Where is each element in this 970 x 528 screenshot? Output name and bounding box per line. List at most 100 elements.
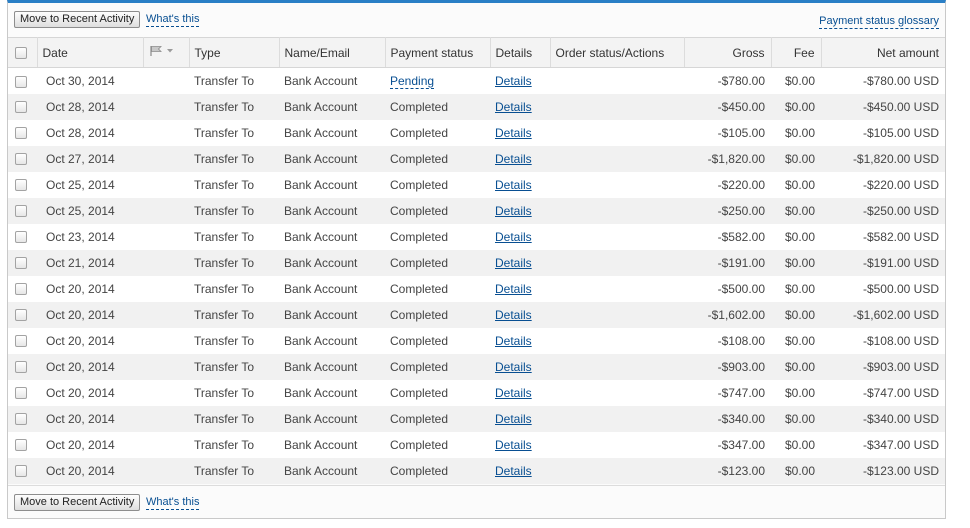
row-details-link[interactable]: Details [495,308,532,322]
move-to-recent-activity-button[interactable]: Move to Recent Activity [14,11,141,28]
row-details-link[interactable]: Details [495,256,532,270]
column-payment-status[interactable]: Payment status [385,37,491,68]
row-details-link[interactable]: Details [495,438,532,452]
row-fee: $0.00 [771,119,821,146]
row-details-link[interactable]: Details [495,100,532,114]
row-net-amount: -$747.00 USD [821,379,945,406]
bottom-toolbar: Move to Recent Activity What's this [8,485,945,519]
row-flag [143,379,189,406]
row-net-amount: -$340.00 USD [821,405,945,432]
table-header-row: Date Type Name/Email Payment status Deta… [8,37,945,68]
column-type[interactable]: Type [189,37,280,68]
row-fee: $0.00 [771,275,821,302]
row-checkbox[interactable] [15,283,27,296]
row-checkbox[interactable] [15,465,27,478]
row-flag [143,67,189,94]
row-details-link[interactable]: Details [495,360,532,374]
row-flag [143,431,189,458]
row-gross: -$220.00 [684,171,771,198]
row-details-link[interactable]: Details [495,282,532,296]
row-payment-status-cell: Completed [385,405,490,432]
row-details-link[interactable]: Details [495,74,532,88]
column-gross[interactable]: Gross [684,37,772,68]
row-name: Bank Account [279,379,385,406]
column-flag[interactable] [143,37,190,68]
column-fee[interactable]: Fee [771,37,822,68]
row-fee: $0.00 [771,223,821,250]
row-checkbox[interactable] [15,231,27,244]
row-details-link[interactable]: Details [495,230,532,244]
whats-this-link-bottom[interactable]: What's this [146,496,200,510]
row-payment-status-cell: Completed [385,223,490,250]
row-checkbox[interactable] [15,257,27,270]
row-checkbox[interactable] [15,309,27,322]
row-name: Bank Account [279,301,385,328]
row-name: Bank Account [279,353,385,380]
select-all-checkbox[interactable] [15,47,27,60]
row-date: Oct 25, 2014 [37,197,143,224]
row-checkbox[interactable] [15,387,27,400]
row-details-link[interactable]: Details [495,152,532,166]
row-type: Transfer To [189,301,279,328]
row-date: Oct 20, 2014 [37,379,143,406]
row-payment-status-cell: Completed [385,379,490,406]
row-net-amount: -$347.00 USD [821,431,945,458]
row-details-link[interactable]: Details [495,334,532,348]
row-details-link[interactable]: Details [495,126,532,140]
row-checkbox[interactable] [15,205,27,218]
row-name: Bank Account [279,223,385,250]
row-type: Transfer To [189,249,279,276]
table-row: Oct 20, 2014 Transfer To Bank Account Compl… [8,379,945,406]
row-payment-status: Completed [390,229,449,244]
row-checkbox[interactable] [15,179,27,192]
column-net-amount[interactable]: Net amount [821,37,945,68]
row-details-link[interactable]: Details [495,204,532,218]
move-to-recent-activity-button-bottom[interactable]: Move to Recent Activity [14,494,141,511]
row-details-link[interactable]: Details [495,386,532,400]
row-checkbox[interactable] [15,75,27,88]
row-checkbox[interactable] [15,335,27,348]
row-payment-status: Completed [390,177,449,192]
row-type: Transfer To [189,197,279,224]
select-all-cell [8,37,38,68]
row-details-link[interactable]: Details [495,412,532,426]
row-fee: $0.00 [771,93,821,120]
row-order-status [550,119,684,146]
row-gross: -$250.00 [684,197,771,224]
table-row: Oct 20, 2014 Transfer To Bank Account Compl… [8,301,945,328]
row-date: Oct 20, 2014 [37,405,143,432]
row-details-cell: Details [490,93,550,120]
flag-filter-icon[interactable] [149,45,175,60]
payment-status-glossary-link[interactable]: Payment status glossary [819,15,939,29]
row-checkbox[interactable] [15,153,27,166]
row-details-cell: Details [490,275,550,302]
column-name-email[interactable]: Name/Email [279,37,386,68]
row-checkbox[interactable] [15,361,27,374]
row-details-cell: Details [490,405,550,432]
row-checkbox[interactable] [15,439,27,452]
row-checkbox[interactable] [15,127,27,140]
row-payment-status[interactable]: Pending [390,73,435,89]
row-date: Oct 20, 2014 [37,353,143,380]
row-payment-status: Completed [390,411,449,426]
row-checkbox[interactable] [15,101,27,114]
row-date: Oct 23, 2014 [37,223,143,250]
column-date[interactable]: Date [37,37,144,68]
row-checkbox[interactable] [15,413,27,426]
row-gross: -$450.00 [684,93,771,120]
row-details-link[interactable]: Details [495,464,532,478]
table-row: Oct 30, 2014 Transfer To Bank Account Pendi… [8,67,945,94]
row-select-cell [8,379,37,406]
table-body: Oct 30, 2014 Transfer To Bank Account Pendi… [8,67,945,484]
row-details-link[interactable]: Details [495,178,532,192]
row-type: Transfer To [189,327,279,354]
whats-this-link[interactable]: What's this [146,13,200,27]
row-type: Transfer To [189,275,279,302]
row-payment-status: Completed [390,125,449,140]
row-gross: -$191.00 [684,249,771,276]
row-details-cell: Details [490,145,550,172]
row-gross: -$123.00 [684,457,771,484]
table-row: Oct 20, 2014 Transfer To Bank Account Compl… [8,457,945,484]
table-row: Oct 20, 2014 Transfer To Bank Account Compl… [8,327,945,354]
row-payment-status: Completed [390,437,449,452]
